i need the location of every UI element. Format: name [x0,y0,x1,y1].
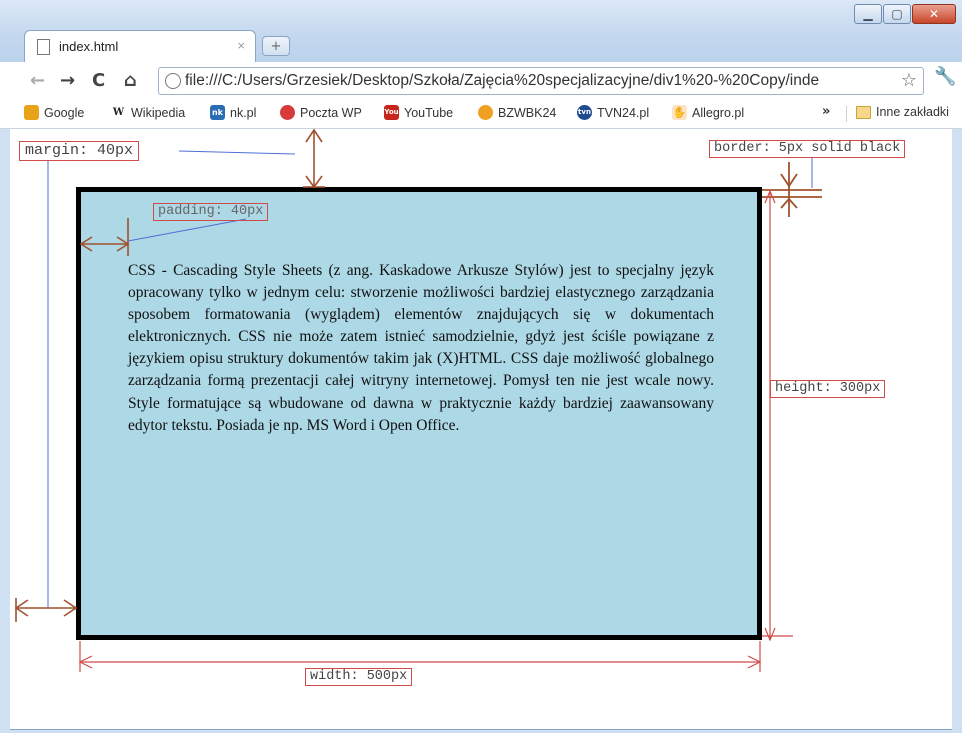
tvn24-icon: tvn [577,105,592,120]
navigation-toolbar: ← → C ⌂ file:///C:/Users/Grzesiek/Deskto… [0,62,962,100]
margin-label: margin: 40px [19,141,140,161]
tab-close-icon[interactable]: × [237,38,245,53]
tab-title: index.html [59,39,119,54]
page-icon [37,39,50,55]
forward-button[interactable]: → [60,70,75,91]
bookmark-poczta-wp[interactable]: Poczta WP [280,105,362,120]
other-bookmarks-label: Inne zakładki [876,105,949,119]
wrench-menu-icon[interactable]: 🔧 [934,66,956,87]
css-description-text: CSS - Cascading Style Sheets (z ang. Kas… [128,262,714,434]
more-bookmarks-chevron[interactable]: » [822,104,830,119]
folder-icon [856,105,871,119]
allegro-icon: ✋ [672,105,687,120]
bookmark-tvn24[interactable]: tvn TVN24.pl [577,105,649,120]
bookmarks-divider [846,106,847,122]
bookmark-nk[interactable]: nk nk.pl [210,105,256,120]
bookmark-star-icon[interactable]: ☆ [901,70,917,91]
title-bar: ▁ ▢ ✕ index.html × + [0,0,962,62]
google-icon [24,105,39,120]
close-window-button[interactable]: ✕ [912,4,956,24]
bookmark-label: Wikipedia [131,105,186,120]
back-button[interactable]: ← [30,70,45,91]
bookmark-label: Poczta WP [300,105,362,120]
window-controls: ▁ ▢ ✕ [853,4,956,24]
wikipedia-icon: W [111,105,126,120]
maximize-button[interactable]: ▢ [883,4,911,24]
address-bar[interactable]: file:///C:/Users/Grzesiek/Desktop/Szkoła… [158,67,924,95]
bookmark-allegro[interactable]: ✋ Allegro.pl [672,105,744,120]
border-label: border: 5px solid black [709,140,906,158]
bookmark-label: Google [44,105,85,120]
bookmark-label: BZWBK24 [498,105,557,120]
nk-icon: nk [210,105,225,120]
bookmark-label: YouTube [404,105,454,120]
bookmark-label: nk.pl [230,105,257,120]
poczta-wp-icon [280,105,295,120]
height-label: height: 300px [770,380,886,398]
globe-icon [165,73,181,89]
reload-button[interactable]: C [92,70,105,91]
bookmark-youtube[interactable]: You YouTube [384,105,453,120]
home-button[interactable]: ⌂ [124,70,137,91]
youtube-icon: You [384,105,399,120]
url-text[interactable]: file:///C:/Users/Grzesiek/Desktop/Szkoła… [185,72,897,90]
other-bookmarks[interactable]: Inne zakładki [856,105,949,119]
new-tab-button[interactable]: + [262,36,290,56]
padding-label: padding: 40px [153,203,269,221]
bookmark-wikipedia[interactable]: W Wikipedia [111,105,185,120]
width-label: width: 500px [305,668,413,686]
tab-index-html[interactable]: index.html × [24,30,256,62]
bookmark-label: TVN24.pl [597,105,650,120]
bookmark-google[interactable]: Google [24,105,84,120]
bzwbk-icon [478,105,493,120]
bookmark-bzwbk24[interactable]: BZWBK24 [478,105,556,120]
bookmark-label: Allegro.pl [692,105,745,120]
minimize-button[interactable]: ▁ [854,4,882,24]
bookmarks-bar: Google W Wikipedia nk nk.pl Poczta WP You Y… [0,100,962,129]
